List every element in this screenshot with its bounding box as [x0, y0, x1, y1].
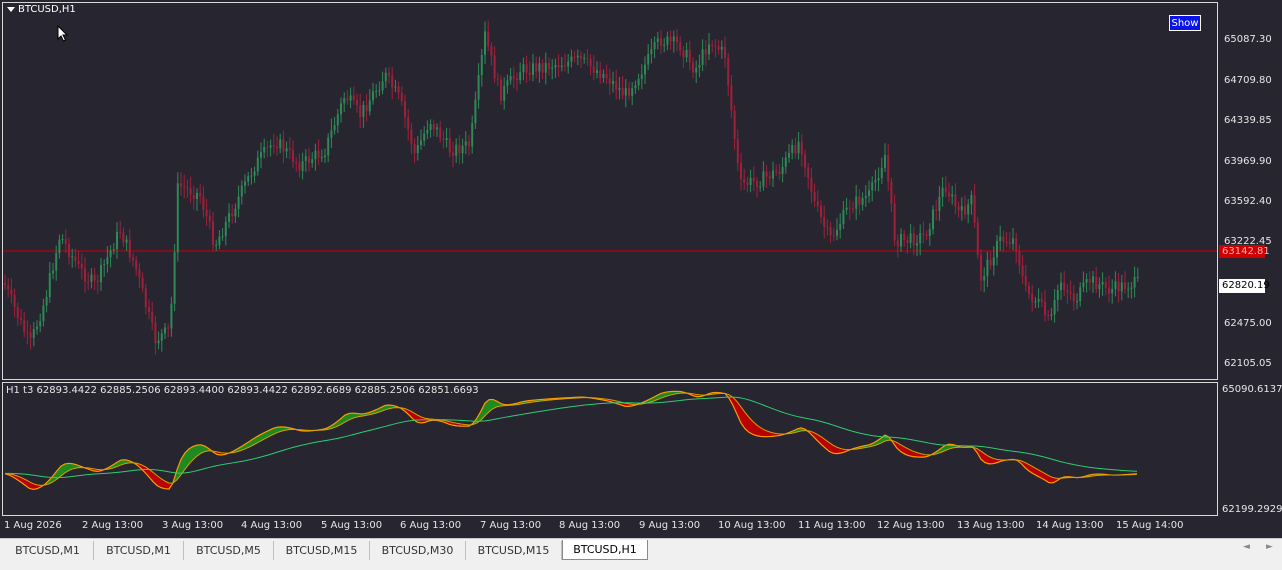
price-axis-label: 63592.40	[1224, 196, 1272, 207]
price-axis-label: 62475.00	[1224, 318, 1272, 329]
indicator-title: H1 t3 62893.4422 62885.2506 62893.4400 6…	[6, 385, 479, 396]
price-axis-label: 64339.85	[1224, 115, 1272, 126]
tab-btcusd-m1-2[interactable]: BTCUSD,M1	[94, 541, 184, 560]
price-axis-label: 63969.90	[1224, 156, 1272, 167]
mouse-cursor-icon	[57, 25, 69, 43]
chart-symbol-label: BTCUSD,H1	[18, 4, 76, 15]
show-button[interactable]: Show	[1169, 15, 1201, 31]
bid-price-tag: 63142.81	[1219, 245, 1265, 258]
time-axis-label: 3 Aug 13:00	[162, 520, 223, 531]
current-price-tag: 62820.19	[1219, 279, 1265, 293]
time-axis-label: 6 Aug 13:00	[400, 520, 461, 531]
price-axis-label: 64709.80	[1224, 75, 1272, 86]
time-axis-label: 9 Aug 13:00	[639, 520, 700, 531]
time-axis-label: 2 Aug 13:00	[82, 520, 143, 531]
time-axis-label: 8 Aug 13:00	[559, 520, 620, 531]
indicator-axis-min: 62199.2929	[1222, 504, 1282, 515]
time-axis-label: 10 Aug 13:00	[718, 520, 785, 531]
indicator-axis-max: 65090.6137	[1222, 384, 1282, 395]
tab-btcusd-m1[interactable]: BTCUSD,M1	[2, 541, 94, 560]
time-axis-label: 11 Aug 13:00	[798, 520, 865, 531]
price-axis-label: 65087.30	[1224, 34, 1272, 45]
tab-btcusd-m15-2[interactable]: BTCUSD,M15	[466, 541, 562, 560]
time-axis-label: 13 Aug 13:00	[957, 520, 1024, 531]
time-axis-label: 15 Aug 14:00	[1116, 520, 1183, 531]
chart-window[interactable]: BTCUSD,H1 Show 65087.30 64709.80 64339.8…	[0, 0, 1282, 538]
time-axis-label: 1 Aug 2026	[4, 520, 62, 531]
chart-symbol-title[interactable]: BTCUSD,H1	[7, 4, 76, 15]
chart-tab-bar: BTCUSD,M1 BTCUSD,M1 BTCUSD,M5 BTCUSD,M15…	[0, 538, 1282, 570]
time-axis-label: 12 Aug 13:00	[877, 520, 944, 531]
dropdown-triangle-icon[interactable]	[7, 7, 15, 12]
time-axis-label: 4 Aug 13:00	[241, 520, 302, 531]
main-chart-frame	[2, 2, 1218, 380]
time-axis-label: 5 Aug 13:00	[321, 520, 382, 531]
indicator-frame	[2, 382, 1218, 516]
tab-btcusd-h1[interactable]: BTCUSD,H1	[562, 540, 648, 560]
tab-btcusd-m15[interactable]: BTCUSD,M15	[274, 541, 370, 560]
tab-scroll-right-icon[interactable]: ►	[1266, 542, 1273, 552]
tab-btcusd-m5[interactable]: BTCUSD,M5	[184, 541, 274, 560]
time-axis-label: 7 Aug 13:00	[480, 520, 541, 531]
price-axis-label: 62105.05	[1224, 358, 1272, 369]
tab-scroll-left-icon[interactable]: ◄	[1243, 542, 1250, 552]
time-axis-label: 14 Aug 13:00	[1036, 520, 1103, 531]
tab-btcusd-m30[interactable]: BTCUSD,M30	[370, 541, 466, 560]
